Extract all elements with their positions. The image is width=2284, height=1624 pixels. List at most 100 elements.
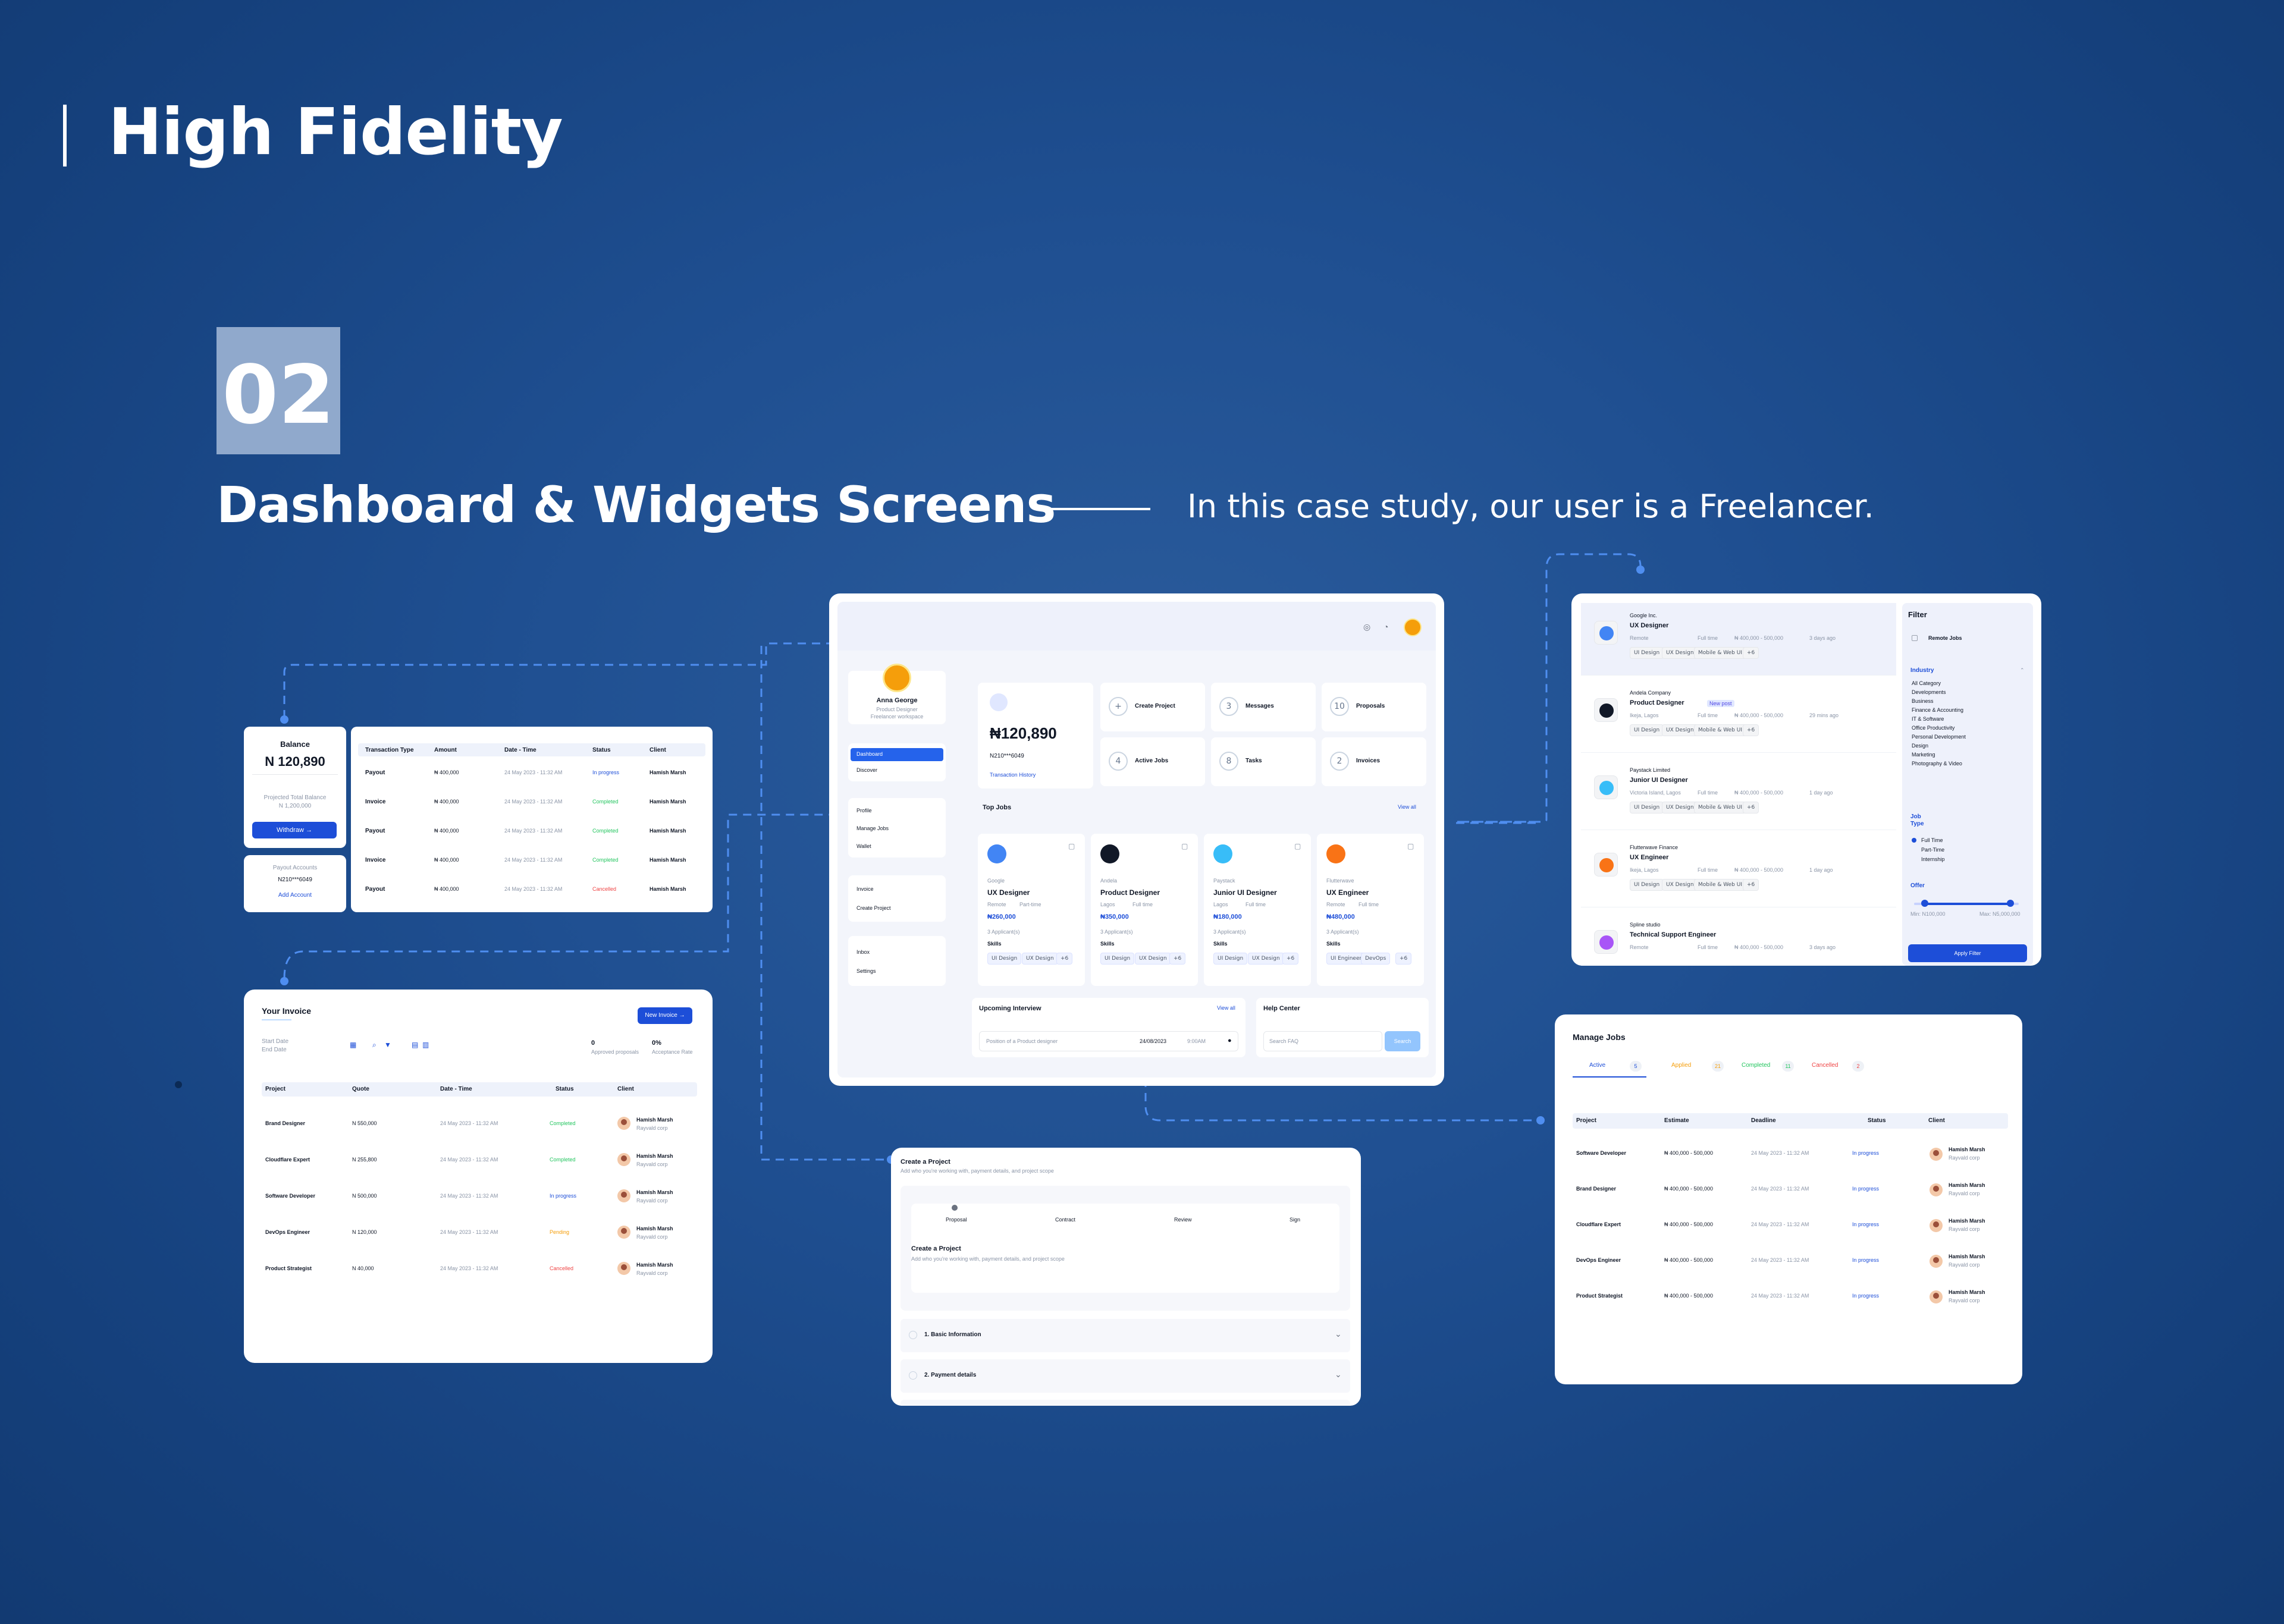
nav-dashboard[interactable]: Dashboard — [857, 751, 883, 757]
job-pay: ₦180,000 — [1213, 913, 1242, 921]
job-type-option[interactable]: Part-Time — [1921, 847, 1944, 853]
nav-settings[interactable]: Settings — [857, 968, 876, 974]
industry-option[interactable]: Marketing — [1912, 752, 1935, 758]
download-icon[interactable]: ▤ — [412, 1041, 418, 1049]
top-jobs-view-all[interactable]: View all — [1398, 804, 1416, 810]
industry-option[interactable]: Office Productivity — [1912, 725, 1954, 731]
nav-wallet[interactable]: Wallet — [857, 843, 871, 849]
bell-icon[interactable]: ◔ — [1383, 622, 1388, 632]
offer-min-handle[interactable] — [1921, 900, 1928, 907]
bookmark-icon[interactable]: ▢ — [1407, 842, 1414, 850]
industry-option[interactable]: Finance & Accounting — [1912, 707, 1963, 713]
offer-max-handle[interactable] — [2006, 900, 2014, 907]
accordion-section[interactable]: 3. Project scope⌄ — [901, 1400, 1350, 1406]
accordion-section[interactable]: 2. Payment details ⌄ — [901, 1359, 1350, 1393]
start-date[interactable]: Start Date — [262, 1038, 288, 1045]
interview-position: Position of a Product designer — [986, 1038, 1058, 1044]
industry-collapse-icon[interactable]: ⌃ — [2020, 667, 2025, 674]
cell-amount: ₦ 400,000 — [434, 769, 459, 775]
job-card[interactable]: ▢ Flutterwave UX Engineer Remote Full time ₦4… — [1317, 834, 1424, 986]
job-type-option[interactable]: Full Time — [1921, 837, 1943, 843]
tile-label: Messages — [1245, 703, 1274, 709]
nav-invoice[interactable]: Invoice — [857, 886, 874, 892]
nav-inbox[interactable]: Inbox — [857, 949, 870, 955]
industry-option[interactable]: Personal Development — [1912, 734, 1966, 740]
page-title: High Fidelity — [108, 95, 563, 169]
interview-date: 24/08/2023 — [1140, 1038, 1167, 1044]
industry-option[interactable]: IT & Software — [1912, 716, 1944, 722]
chevron-down-icon[interactable]: ⌄ — [1335, 1370, 1342, 1380]
active-tab-indicator — [1573, 1076, 1646, 1078]
skill-tag: UI Design — [1630, 802, 1664, 813]
upcoming-view-all[interactable]: View all — [1217, 1005, 1235, 1011]
industry-option[interactable]: Photography & Video — [1912, 761, 1962, 767]
bookmark-icon[interactable]: ▢ — [1181, 842, 1188, 850]
job-list-item[interactable]: Google Inc. UX Designer Remote Full time ₦ 4… — [1581, 603, 1896, 676]
radio-selected[interactable] — [1912, 838, 1916, 843]
tab-applied[interactable]: Applied — [1671, 1062, 1691, 1069]
stat-tile[interactable]: 10 Proposals — [1322, 683, 1426, 731]
step-sign[interactable]: Sign — [1290, 1217, 1300, 1223]
skill-tag: +6 — [1743, 724, 1759, 736]
job-card[interactable]: ▢ Andela Product Designer Lagos Full time ₦35… — [1091, 834, 1198, 986]
cell-status: In progress — [1852, 1186, 1880, 1192]
filter-icon[interactable]: ▼ — [384, 1041, 391, 1049]
industry-option[interactable]: All Category — [1912, 680, 1941, 686]
remote-checkbox[interactable] — [1912, 635, 1918, 641]
accordion-section[interactable]: 1. Basic Information ⌄ — [901, 1319, 1350, 1352]
stat-tile[interactable]: 3 Messages — [1211, 683, 1316, 731]
end-date[interactable]: End Date — [262, 1047, 287, 1053]
step-review[interactable]: Review — [1174, 1217, 1192, 1223]
skill-tag: UX Design — [1248, 953, 1284, 965]
stat-tile[interactable]: 2 Invoices — [1322, 737, 1426, 786]
client-avatar — [617, 1117, 630, 1130]
bookmark-icon[interactable]: ▢ — [1294, 842, 1301, 850]
step-contract[interactable]: Contract — [1055, 1217, 1075, 1223]
nav-create-project[interactable]: Create Project — [857, 905, 891, 911]
nav-profile[interactable]: Profile — [857, 808, 872, 813]
job-list-item[interactable]: Paystack Limited Junior UI Designer Victor… — [1581, 758, 1896, 830]
add-account-link[interactable]: Add Account — [244, 892, 346, 899]
new-invoice-button[interactable]: New Invoice → — [638, 1007, 692, 1024]
cell-client: Hamish Marsh — [636, 1226, 673, 1232]
stat-tile[interactable]: + Create Project — [1100, 683, 1205, 731]
cell-deadline: 24 May 2023 - 11:32 AM — [1751, 1293, 1809, 1299]
wallet-widget: ₦120,890 N210***6049 Transaction History — [978, 683, 1093, 789]
job-card[interactable]: ▢ Paystack Junior UI Designer Lagos Full tim… — [1204, 834, 1311, 986]
job-list-item[interactable]: Andela Company Product Designer New post Ik… — [1581, 680, 1896, 753]
tab-completed[interactable]: Completed — [1742, 1062, 1770, 1069]
calendar-icon[interactable]: ▦ — [350, 1041, 356, 1049]
industry-option[interactable]: Design — [1912, 743, 1928, 749]
skill-tag: UX Design — [1662, 724, 1698, 736]
job-type-option[interactable]: Internship — [1921, 856, 1945, 862]
chat-icon[interactable]: ◎ — [1363, 622, 1370, 632]
bookmark-icon[interactable]: ▢ — [1068, 842, 1075, 850]
job-list-item[interactable]: Flutterwave Finance UX Engineer Ikeja, Lag… — [1581, 835, 1896, 907]
step-proposal[interactable]: Proposal — [946, 1217, 967, 1223]
transaction-history-link[interactable]: Transaction History — [990, 772, 1036, 778]
apply-filter-button[interactable]: Apply Filter — [1908, 944, 2027, 962]
nav-manage-jobs[interactable]: Manage Jobs — [857, 825, 889, 831]
chevron-down-icon[interactable]: ⌄ — [1335, 1330, 1342, 1339]
tab-active[interactable]: Active — [1589, 1062, 1605, 1069]
industry-option[interactable]: Developments — [1912, 689, 1946, 695]
withdraw-button[interactable]: Withdraw → — [252, 822, 337, 838]
job-list-item[interactable]: Spline studio Technical Support Engineer R… — [1581, 912, 1896, 966]
col-project: Project — [1576, 1117, 1596, 1124]
industry-option[interactable]: Business — [1912, 698, 1934, 704]
cell-project: DevOps Engineer — [1576, 1257, 1621, 1263]
help-search-button[interactable]: Search — [1385, 1031, 1420, 1051]
cell-client: Hamish Marsh — [636, 1262, 673, 1268]
stat-tile[interactable]: 4 Active Jobs — [1100, 737, 1205, 786]
search-icon[interactable]: ⌕ — [372, 1041, 377, 1050]
user-avatar[interactable] — [1404, 618, 1422, 636]
job-pay-range: ₦ 400,000 - 500,000 — [1734, 944, 1784, 950]
skill-tag: UI Engineer — [1326, 953, 1366, 965]
job-posted-time: 1 day ago — [1809, 790, 1833, 796]
stat-tile[interactable]: 8 Tasks — [1211, 737, 1316, 786]
more-icon[interactable]: ● — [1228, 1037, 1232, 1044]
nav-discover[interactable]: Discover — [857, 767, 877, 773]
tab-cancelled[interactable]: Cancelled — [1812, 1062, 1838, 1069]
delete-icon[interactable]: ▥ — [422, 1041, 429, 1049]
job-card[interactable]: ▢ Google UX Designer Remote Part-time ₦260,00… — [978, 834, 1085, 986]
